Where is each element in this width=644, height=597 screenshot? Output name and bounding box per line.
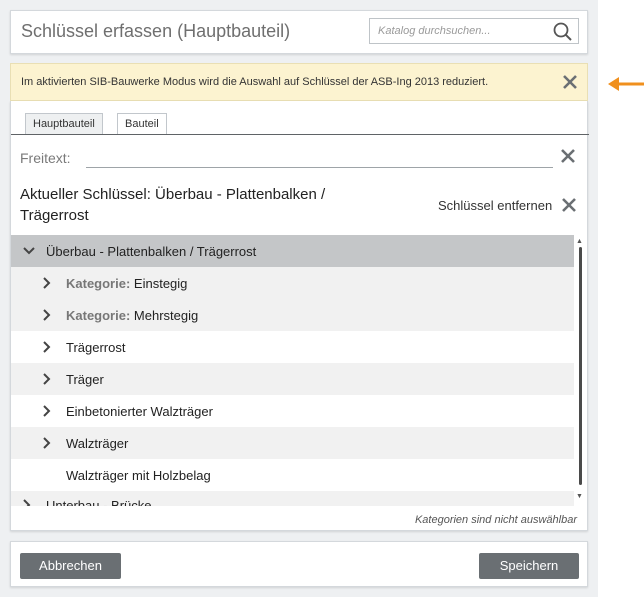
tab-hauptbauteil[interactable]: Hauptbauteil <box>25 113 103 135</box>
chevron-right-icon[interactable] <box>39 371 55 387</box>
tree-item[interactable]: Kategorie: Einstegig <box>11 267 574 299</box>
catalog-search-input[interactable]: Katalog durchsuchen... <box>369 18 579 44</box>
tree-item[interactable]: Trägerrost <box>11 331 574 363</box>
chevron-right-icon[interactable] <box>39 275 55 291</box>
tree-item-category-prefix: Kategorie: <box>66 276 131 291</box>
tree-root-node[interactable]: Unterbau - Brücke <box>11 491 574 506</box>
chevron-right-icon[interactable] <box>19 497 35 506</box>
freetext-input[interactable] <box>86 147 553 168</box>
chevron-down-icon[interactable] <box>21 243 37 259</box>
tree-item[interactable]: Walzträger <box>11 427 574 459</box>
scroll-down-icon[interactable]: ▼ <box>576 493 583 500</box>
tree-item-category-prefix: Kategorie: <box>66 308 131 323</box>
tab-bauteil[interactable]: Bauteil <box>117 113 167 135</box>
tree-item-label: Walzträger <box>66 436 129 451</box>
current-key-text: Aktueller Schlüssel: Überbau - Plattenba… <box>20 186 326 224</box>
tree-item-label: Träger <box>66 372 104 387</box>
cancel-button[interactable]: Abbrechen <box>20 553 121 579</box>
tree-item-label: Mehrstegig <box>133 308 199 323</box>
dialog-header: Schlüssel erfassen (Hauptbauteil) Katalo… <box>10 10 588 54</box>
category-hint: Kategorien sind nicht auswählbar <box>414 514 577 526</box>
tree-root-label: Überbau - Plattenbalken / Trägerrost <box>46 244 257 259</box>
info-banner: Im aktivierten SIB-Bauwerke Modus wird d… <box>10 63 588 101</box>
tree-item-label: Einbetonierter Walzträger <box>66 404 213 419</box>
freetext-label: Freitext: <box>20 150 71 166</box>
close-icon[interactable] <box>561 73 579 91</box>
tree-item-label: Trägerrost <box>66 340 126 355</box>
tab-divider <box>11 134 589 135</box>
info-banner-text: Im aktivierten SIB-Bauwerke Modus wird d… <box>21 76 489 88</box>
tree-item-label: Einstegig <box>133 276 188 291</box>
tree-scrollbar[interactable] <box>575 235 589 506</box>
arrow-left-icon <box>608 77 644 91</box>
chevron-right-icon[interactable] <box>39 403 55 419</box>
tree-item[interactable]: Träger <box>11 363 574 395</box>
key-tree: Überbau - Plattenbalken / Trägerrost Kat… <box>11 235 574 506</box>
search-icon[interactable] <box>552 21 574 43</box>
remove-key-label[interactable]: Schlüssel entfernen <box>438 198 552 213</box>
close-icon[interactable] <box>559 147 577 165</box>
dialog-footer: Abbrechen Speichern <box>10 541 588 587</box>
chevron-right-icon[interactable] <box>39 339 55 355</box>
dialog-title: Schlüssel erfassen (Hauptbauteil) <box>21 21 291 41</box>
tree-item-label: Walzträger mit Holzbelag <box>66 468 211 483</box>
scroll-up-icon[interactable]: ▲ <box>576 238 583 245</box>
tree-item[interactable]: Walzträger mit Holzbelag <box>11 459 574 491</box>
tree-item[interactable]: Einbetonierter Walzträger <box>11 395 574 427</box>
dialog-background: Schlüssel erfassen (Hauptbauteil) Katalo… <box>0 0 598 597</box>
save-button[interactable]: Speichern <box>479 553 579 579</box>
search-placeholder: Katalog durchsuchen... <box>378 25 491 37</box>
tree-root-label: Unterbau - Brücke <box>46 498 152 506</box>
chevron-right-icon[interactable] <box>39 435 55 451</box>
tree-item[interactable]: Kategorie: Mehrstegig <box>11 299 574 331</box>
key-selection-panel: Hauptbauteil Bauteil Freitext: Aktueller… <box>10 101 589 531</box>
scrollbar-thumb[interactable] <box>579 247 582 485</box>
tree-root-node[interactable]: Überbau - Plattenbalken / Trägerrost <box>11 235 574 267</box>
chevron-right-icon[interactable] <box>39 307 55 323</box>
close-icon[interactable] <box>560 196 578 214</box>
